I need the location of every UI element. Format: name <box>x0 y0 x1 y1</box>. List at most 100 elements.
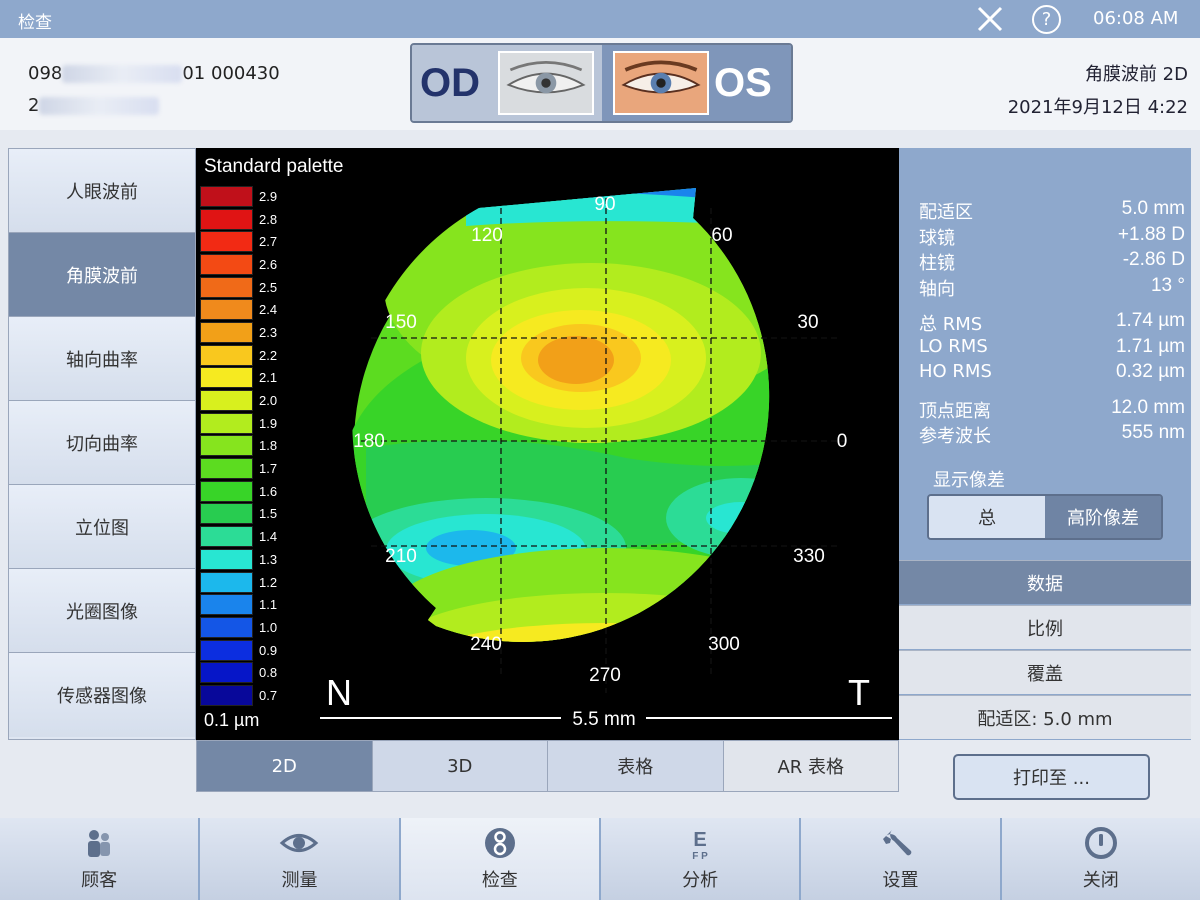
scale-swatch <box>200 299 253 321</box>
metric-value: 1.71 µm <box>1115 335 1185 357</box>
metric-label: 柱镜 <box>919 253 955 274</box>
scale-value: 1.8 <box>259 438 278 454</box>
color-scale: 2.9 2.8 2.7 2.6 2.5 2.4 2.3 2.2 2.1 2.0 1.9 1.8 1.7 1… <box>200 185 277 707</box>
angle-150: 150 <box>385 312 417 333</box>
temporal-label: T <box>848 672 870 713</box>
scale-row: 1.9 <box>200 412 277 435</box>
sidebar-item-pupil-image[interactable]: 光圈图像 <box>9 569 195 653</box>
zone-button[interactable]: 配适区: 5.0 mm <box>899 695 1191 739</box>
app-title: 检查 <box>18 13 52 33</box>
sidebar-item-axial-curvature[interactable]: 轴向曲率 <box>9 317 195 401</box>
exam-icon <box>484 828 515 858</box>
close-icon[interactable] <box>975 4 1005 34</box>
scale-row: 1.3 <box>200 548 277 571</box>
wavefront-map[interactable]: 90 60 30 0 330 300 270 240 210 180 150 1… <box>196 148 899 740</box>
sidebar-item-tangential-curvature[interactable]: 切向曲率 <box>9 401 195 485</box>
sidebar-item-ocular-wavefront[interactable]: 人眼波前 <box>9 149 195 233</box>
scale-row: 2.3 <box>200 321 277 344</box>
header: 098 01 000430 2 OD OS 角膜波前 2D 2021年9月12日… <box>0 38 1200 130</box>
scale-value: 1.6 <box>259 483 278 499</box>
metrics-panel: 配适区 5.0 mm 球镜 +1.88 D 柱镜 -2.86 D 轴向 13 ° 总 R… <box>899 148 1191 740</box>
angle-270: 270 <box>589 665 621 686</box>
scale-value: 2.4 <box>259 302 278 318</box>
angle-0: 0 <box>837 431 848 452</box>
nav-settings[interactable]: 设置 <box>801 818 1002 900</box>
sidebar-item-label: 轴向曲率 <box>66 349 138 371</box>
metric-row: 总 RMS 1.74 µm <box>919 310 1185 336</box>
eye-measure-icon <box>280 834 319 852</box>
print-button[interactable]: 打印至 ... <box>953 754 1150 800</box>
patient-line2: 2 <box>28 95 40 116</box>
scale-swatch <box>200 526 253 548</box>
scale-value: 2.6 <box>259 256 278 272</box>
total-aberration-button[interactable]: 总 <box>929 496 1045 538</box>
scale-swatch <box>200 684 253 706</box>
os-button[interactable]: OS <box>602 45 791 121</box>
scale-value: 1.9 <box>259 415 278 431</box>
higher-order-aberration-button[interactable]: 高阶像差 <box>1045 496 1161 538</box>
scale-swatch <box>200 571 253 593</box>
metric-row: 配适区 5.0 mm <box>919 198 1185 224</box>
title-bar: 检查 ? 06:08 AM <box>0 0 1200 38</box>
scale-row: 1.2 <box>200 571 277 594</box>
scale-swatch <box>200 276 253 298</box>
scale-swatch <box>200 185 253 207</box>
right-eye-image <box>498 51 594 115</box>
scale-swatch <box>200 253 253 275</box>
scale-row: 1.1 <box>200 593 277 616</box>
scale-row: 2.1 <box>200 367 277 390</box>
aberration-toggle: 总 高阶像差 <box>927 494 1163 540</box>
scale-value: 2.2 <box>259 347 278 363</box>
tab-ar-table[interactable]: AR 表格 <box>723 741 898 791</box>
metric-value: -2.86 D <box>1122 249 1185 270</box>
nav-customer[interactable]: 顾客 <box>0 818 201 900</box>
sidebar-item-corneal-wavefront[interactable]: 角膜波前 <box>9 233 195 317</box>
help-icon[interactable]: ? <box>1032 5 1061 34</box>
scale-swatch <box>200 344 253 366</box>
scale-value: 2.0 <box>259 393 278 409</box>
diameter-label: 5.5 mm <box>572 709 635 730</box>
scale-swatch <box>200 231 253 253</box>
tab-label: 3D <box>447 755 473 777</box>
sidebar-item-elevation[interactable]: 立位图 <box>9 485 195 569</box>
scale-swatch <box>200 367 253 389</box>
nav-analysis[interactable]: E F P 分析 <box>600 818 802 900</box>
sidebar-item-sensor-image[interactable]: 传感器图像 <box>9 653 195 737</box>
palette-title: Standard palette <box>204 156 344 177</box>
nav-measure[interactable]: 测量 <box>200 818 401 900</box>
scale-unit: 0.1 µm <box>204 710 260 730</box>
nav-close[interactable]: 关闭 <box>1001 818 1200 900</box>
scale-value: 2.3 <box>259 324 278 340</box>
nasal-label: N <box>326 672 352 713</box>
data-button[interactable]: 数据 <box>899 560 1191 604</box>
angle-30: 30 <box>797 312 818 333</box>
sidebar-item-label: 角膜波前 <box>66 265 138 287</box>
metric-row: HO RMS 0.32 µm <box>919 361 1185 387</box>
scale-button[interactable]: 比例 <box>899 605 1191 649</box>
metric-label: 总 RMS <box>919 314 983 335</box>
nav-label: 顾客 <box>81 870 118 891</box>
metric-row: 参考波长 555 nm <box>919 422 1185 448</box>
eye-selector: OD OS <box>410 43 793 123</box>
view-tabs: 2D 3D 表格 AR 表格 <box>196 740 899 792</box>
patient-id-suffix: 01 000430 <box>182 63 280 84</box>
scale-swatch <box>200 594 253 616</box>
nav-label: 检查 <box>481 870 518 891</box>
svg-text:E: E <box>693 829 706 851</box>
tab-table[interactable]: 表格 <box>548 741 724 791</box>
wavefront-map-panel: 90 60 30 0 330 300 270 240 210 180 150 1… <box>196 148 899 740</box>
nav-exam[interactable]: 检查 <box>400 818 601 900</box>
angle-300: 300 <box>708 634 740 655</box>
tab-3d[interactable]: 3D <box>372 741 548 791</box>
scale-swatch <box>200 412 253 434</box>
sidebar-item-label: 切向曲率 <box>66 433 138 455</box>
scale-row: 2.2 <box>200 344 277 367</box>
od-button[interactable]: OD <box>412 45 602 121</box>
scale-value: 2.7 <box>259 234 278 250</box>
overlay-button[interactable]: 覆盖 <box>899 650 1191 694</box>
angle-240: 240 <box>470 634 502 655</box>
metric-value: 13 ° <box>1150 274 1185 296</box>
customer-icon <box>88 830 111 857</box>
scale-row: 1.4 <box>200 525 277 548</box>
tab-2d[interactable]: 2D <box>197 741 373 791</box>
